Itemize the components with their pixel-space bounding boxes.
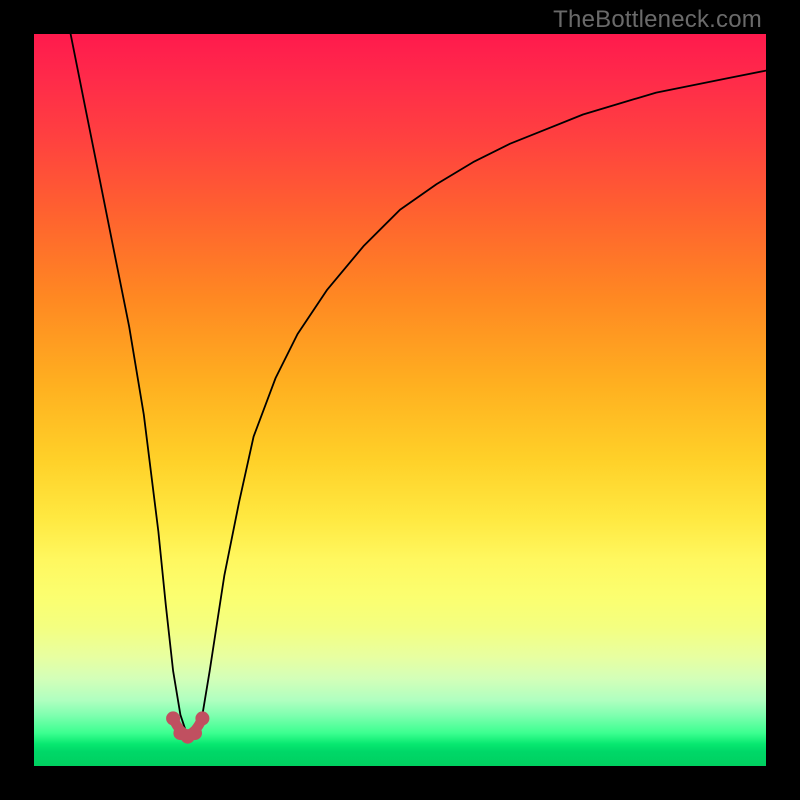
curve-path bbox=[71, 34, 766, 737]
marker-dot bbox=[195, 711, 209, 725]
bottleneck-curve bbox=[34, 34, 766, 766]
watermark: TheBottleneck.com bbox=[553, 6, 762, 34]
plot-area bbox=[34, 34, 766, 766]
marker-dot bbox=[166, 711, 180, 725]
marker-dot bbox=[188, 726, 202, 740]
chart-frame: TheBottleneck.com bbox=[0, 0, 800, 800]
